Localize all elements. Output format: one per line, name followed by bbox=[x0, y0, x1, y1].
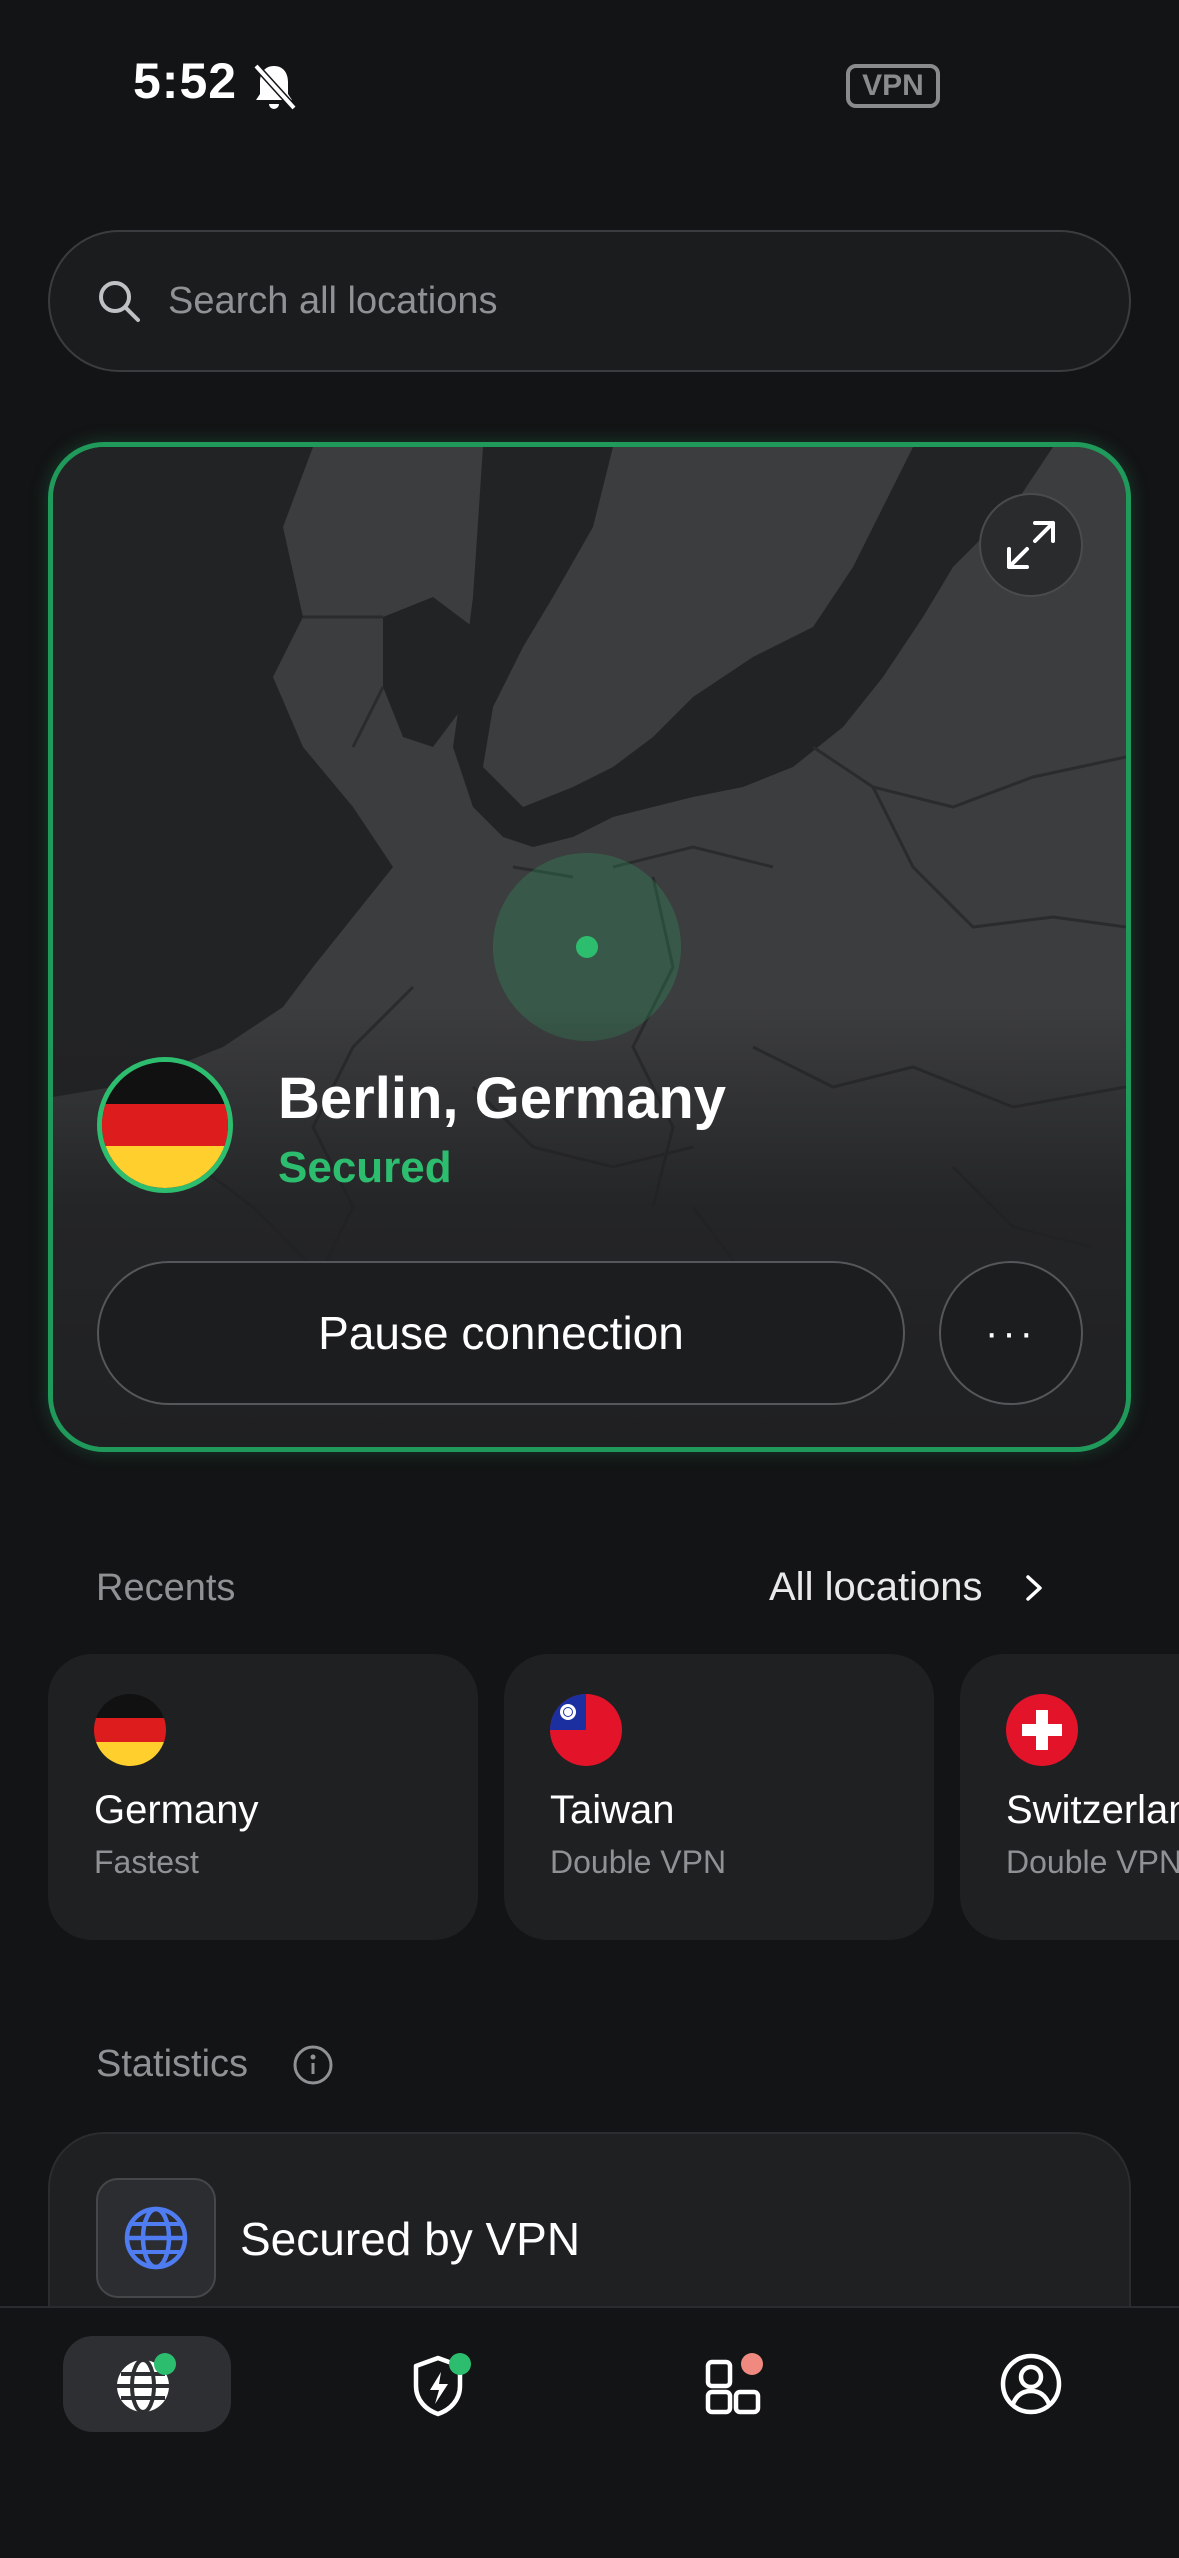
recent-name: Switzerland bbox=[1006, 1788, 1179, 1832]
recent-sub: Double VPN bbox=[550, 1844, 727, 1880]
recent-name: Taiwan bbox=[550, 1788, 675, 1832]
germany-flag-icon bbox=[94, 1694, 166, 1766]
pause-connection-button[interactable]: Pause connection bbox=[97, 1261, 905, 1405]
all-locations-link[interactable]: All locations bbox=[769, 1565, 1046, 1610]
nav-tab-protection[interactable] bbox=[358, 2336, 526, 2432]
germany-flag-icon bbox=[97, 1057, 233, 1193]
recent-card-switzerland[interactable]: Switzerland Double VPN bbox=[960, 1654, 1179, 1940]
expand-map-button[interactable] bbox=[979, 493, 1083, 597]
bell-off-icon bbox=[253, 63, 297, 111]
info-icon[interactable] bbox=[293, 2045, 333, 2085]
vpn-badge: VPN bbox=[846, 64, 940, 108]
status-time: 5:52 bbox=[133, 53, 238, 109]
switzerland-flag-icon bbox=[1006, 1694, 1078, 1766]
search-icon bbox=[99, 281, 140, 322]
globe-icon bbox=[124, 2206, 188, 2270]
connected-location: Berlin, Germany bbox=[278, 1066, 727, 1131]
map-card[interactable]: Berlin, Germany Secured Pause connection… bbox=[48, 442, 1131, 1452]
recent-card-germany[interactable]: Germany Fastest bbox=[48, 1654, 478, 1940]
search-placeholder: Search all locations bbox=[168, 279, 498, 322]
apps-icon bbox=[705, 2353, 763, 2415]
recent-sub: Double VPN bbox=[1006, 1844, 1179, 1880]
vpn-globe-badge bbox=[96, 2178, 216, 2298]
nav-tab-profile[interactable] bbox=[947, 2336, 1115, 2432]
bottom-nav bbox=[0, 2306, 1179, 2558]
secured-by-vpn-label: Secured by VPN bbox=[240, 2213, 581, 2265]
recent-sub: Fastest bbox=[94, 1844, 199, 1880]
nav-tab-features[interactable] bbox=[652, 2336, 820, 2432]
taiwan-flag-icon bbox=[550, 1694, 622, 1766]
connection-status: Secured bbox=[278, 1143, 452, 1192]
globe-icon bbox=[117, 2353, 176, 2414]
more-options-button[interactable]: ··· bbox=[939, 1261, 1083, 1405]
all-locations-label: All locations bbox=[769, 1565, 983, 1609]
recent-name: Germany bbox=[94, 1788, 259, 1832]
search-input[interactable]: Search all locations bbox=[48, 230, 1131, 372]
statistics-title: Statistics bbox=[96, 2043, 249, 2085]
recent-card-taiwan[interactable]: Taiwan Double VPN bbox=[504, 1654, 934, 1940]
recent-card-clip: Switzerland Double VPN bbox=[960, 1654, 1179, 1940]
chevron-right-icon bbox=[1026, 1574, 1043, 1601]
nav-tab-locations[interactable] bbox=[63, 2336, 231, 2432]
shield-bolt-icon bbox=[413, 2353, 471, 2417]
expand-icon bbox=[1007, 521, 1055, 569]
profile-icon bbox=[1000, 2353, 1062, 2415]
recents-title: Recents bbox=[96, 1567, 236, 1609]
more-icon: ··· bbox=[985, 1310, 1037, 1355]
